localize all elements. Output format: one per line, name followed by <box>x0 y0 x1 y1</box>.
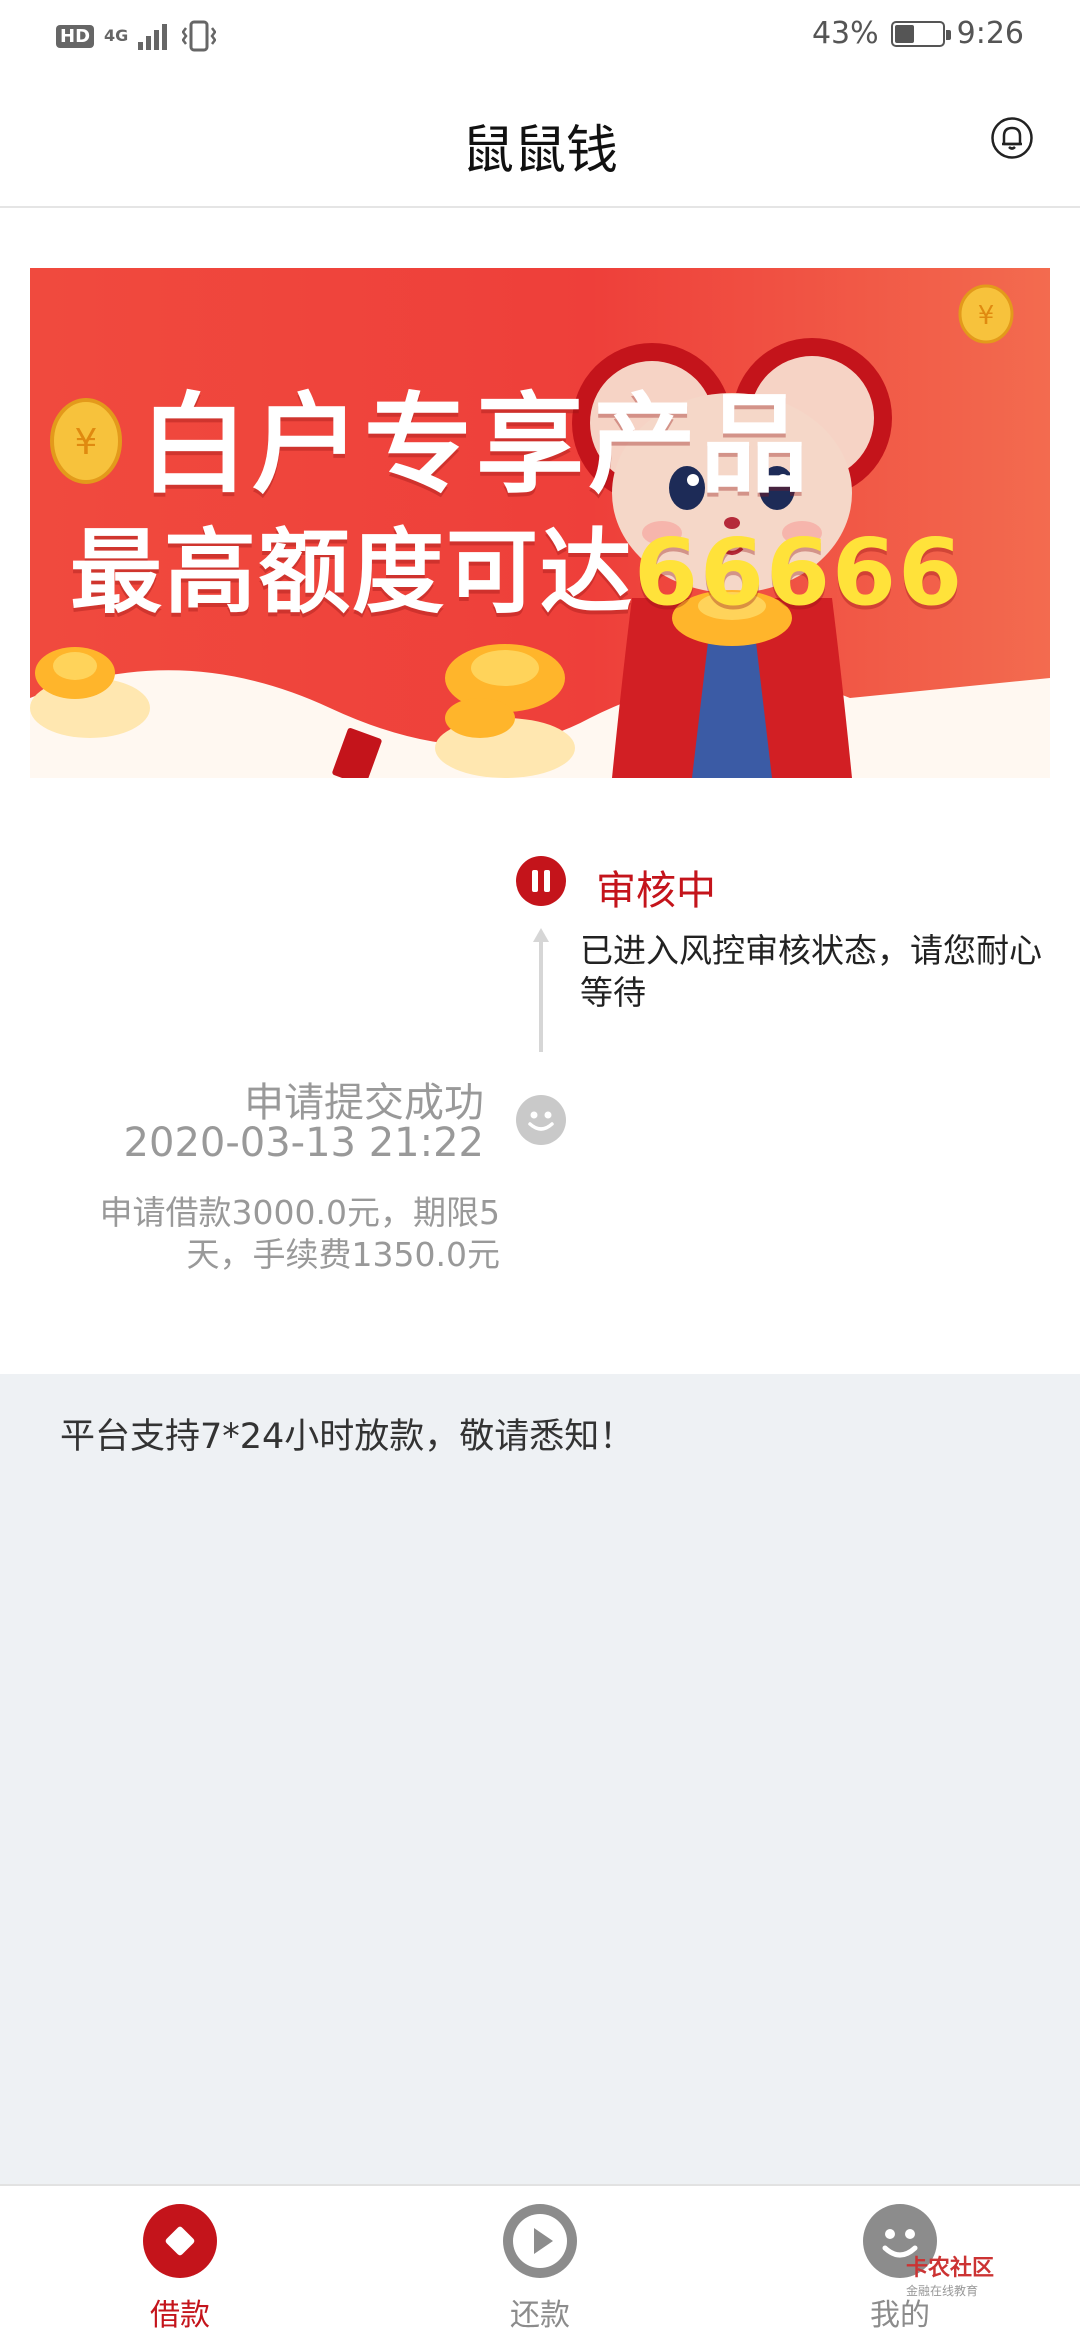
review-status-description: 已进入风控审核状态，请您耐心等待 <box>580 931 1042 1012</box>
status-bar: HD 4G 43% 9:26 <box>0 0 1080 78</box>
review-status-title: 审核中 <box>596 868 716 914</box>
red-envelope-icon <box>332 728 382 778</box>
pause-status-icon <box>516 856 566 906</box>
network-type: 4G <box>104 26 129 45</box>
banner-subheadline: 最高额度可达66666 <box>70 498 964 631</box>
app-header: 鼠鼠钱 <box>0 78 1080 208</box>
battery-fill <box>894 24 915 43</box>
tab-loan[interactable]: 借款 <box>90 2204 270 2334</box>
smile-status-icon <box>516 1095 566 1145</box>
signal-icon <box>138 24 168 50</box>
banner-subheadline-prefix: 最高额度可达 <box>70 519 635 626</box>
hd-indicator: HD <box>56 24 95 48</box>
tab-repay-label: 还款 <box>510 2298 570 2333</box>
watermark-title: 卡农社区 <box>906 2256 995 2281</box>
status-right: 43% 9:26 <box>812 16 1024 51</box>
page-title: 鼠鼠钱 <box>461 121 618 181</box>
status-left: HD 4G <box>56 20 217 52</box>
application-detail: 申请借款3000.0元，期限5天，手续费1350.0元 <box>99 1193 500 1274</box>
timeline-connector <box>539 940 543 1052</box>
notification-bell-icon[interactable] <box>990 116 1034 160</box>
application-timestamp: 2020-03-13 21:22 <box>123 1120 484 1166</box>
repay-play-icon <box>503 2204 577 2278</box>
loan-icon <box>143 2204 217 2278</box>
vibrate-icon <box>182 20 217 52</box>
notice-area: 平台支持7*24小时放款，敬请悉知！ <box>0 1374 1080 2184</box>
banner-amount: 66666 <box>634 519 965 626</box>
battery-percent: 43% <box>811 16 879 51</box>
coin-left-icon: ¥ <box>50 398 122 484</box>
svg-text:¥: ¥ <box>75 422 98 463</box>
promo-banner[interactable]: ¥ ¥ 白户专享产品 最高额度可达66666 <box>30 268 1050 778</box>
gold-ingot-left-icon <box>30 647 150 738</box>
tab-repay[interactable]: 还款 <box>450 2204 630 2334</box>
battery-icon <box>890 20 951 47</box>
banner-headline: 白户专享产品 <box>140 383 813 508</box>
watermark-logo: 卡农社区 金融在线教育 <box>906 2250 994 2299</box>
clock: 9:26 <box>956 16 1024 51</box>
watermark-subtitle: 金融在线教育 <box>906 2284 979 2298</box>
notice-text: 平台支持7*24小时放款，敬请悉知！ <box>60 1417 635 1457</box>
tab-loan-label: 借款 <box>150 2298 210 2333</box>
